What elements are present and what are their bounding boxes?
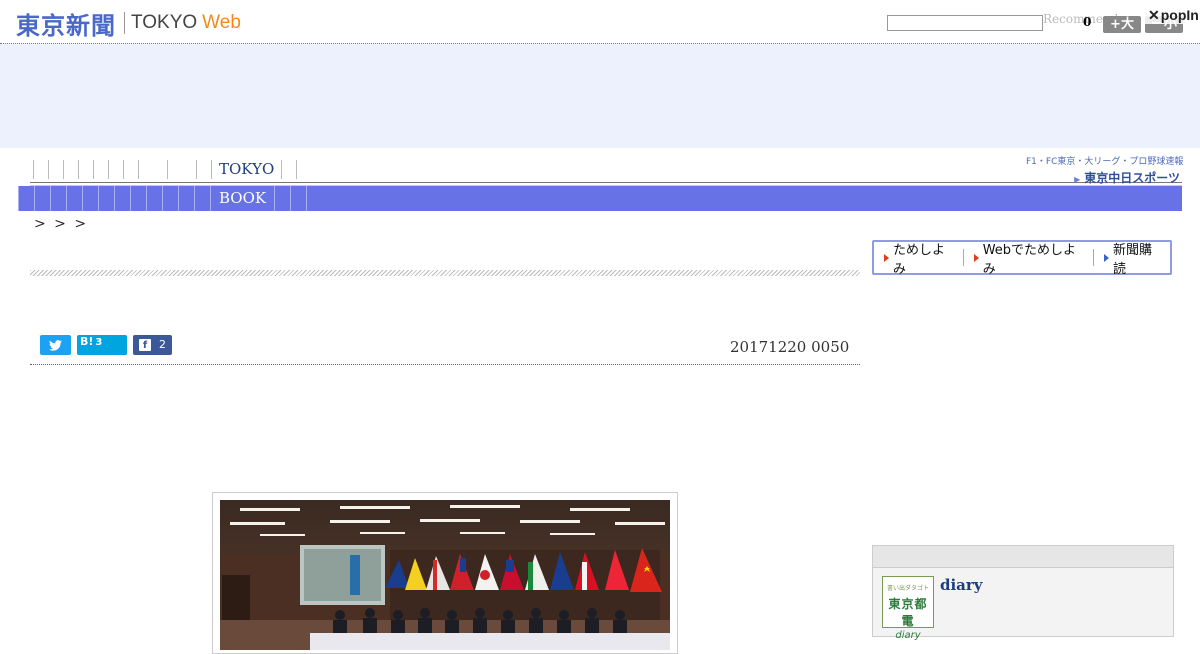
trial-read-label: ためしよみ bbox=[893, 242, 946, 277]
logo-divider bbox=[124, 12, 125, 34]
facebook-icon: f bbox=[139, 339, 151, 351]
article-date: 20171220 0050 bbox=[730, 338, 850, 356]
facebook-count: 2 bbox=[159, 338, 166, 351]
category-nav-item[interactable] bbox=[48, 160, 63, 179]
sports-banner-logo: ▶ 東京中日スポーツ bbox=[1026, 169, 1180, 186]
sports-banner[interactable]: F1・FC東京・大リーグ・プロ野球速報 ▶ 東京中日スポーツ bbox=[1026, 154, 1184, 186]
section-nav-item[interactable] bbox=[147, 186, 163, 211]
arrow-right-icon: ▶ bbox=[1074, 175, 1081, 184]
popin-widget[interactable]: ✕popIn bbox=[1145, 7, 1200, 24]
newspaper-subscribe-label: 新聞購読 bbox=[1113, 242, 1153, 277]
category-nav-item[interactable] bbox=[123, 160, 138, 179]
twitter-share-button[interactable] bbox=[40, 335, 71, 355]
section-nav-item[interactable] bbox=[35, 186, 51, 211]
recommend-counter: 0 bbox=[1083, 15, 1092, 29]
sports-banner-tagline: F1・FC東京・大リーグ・プロ野球速報 bbox=[1026, 157, 1184, 167]
section-nav-item[interactable] bbox=[83, 186, 99, 211]
search-input[interactable] bbox=[887, 15, 1043, 31]
section-nav-item[interactable] bbox=[67, 186, 83, 211]
triangle-right-icon bbox=[1104, 253, 1110, 262]
category-nav-item[interactable] bbox=[63, 160, 78, 179]
article-photo[interactable] bbox=[220, 500, 670, 650]
diary-link[interactable]: diary bbox=[940, 576, 983, 594]
hatena-bookmark-button[interactable]: B! 3 bbox=[77, 335, 127, 355]
section-nav-item[interactable] bbox=[18, 186, 35, 211]
logo-tokyo-text: TOKYO bbox=[131, 12, 198, 33]
category-nav-item[interactable] bbox=[33, 160, 48, 179]
section-nav-item[interactable] bbox=[291, 186, 308, 211]
close-icon[interactable]: ✕ bbox=[1148, 7, 1160, 23]
web-trial-read-label: Webでためしよみ bbox=[982, 242, 1077, 277]
section-nav-item[interactable] bbox=[131, 186, 147, 211]
section-nav-item[interactable] bbox=[51, 186, 67, 211]
font-size-large-button[interactable]: +大 bbox=[1103, 16, 1141, 33]
section-nav-item[interactable] bbox=[115, 186, 131, 211]
trial-read-link[interactable]: ためしよみ bbox=[874, 243, 963, 277]
article-title-divider bbox=[30, 270, 860, 276]
diary-thumb-subtitle: diary bbox=[895, 630, 921, 641]
category-nav-end bbox=[281, 160, 298, 179]
triangle-right-icon bbox=[884, 253, 889, 262]
facebook-share-button[interactable]: f2 bbox=[133, 335, 172, 355]
web-trial-read-link[interactable]: Webでためしよみ bbox=[962, 243, 1093, 277]
conference-photo bbox=[220, 500, 670, 650]
category-nav-item[interactable] bbox=[167, 160, 196, 179]
section-nav-bar: BOOK bbox=[18, 186, 1182, 211]
section-nav-item[interactable] bbox=[179, 186, 195, 211]
diary-thumbnail[interactable]: 書い出ダタゴト 東京都電 diary bbox=[882, 576, 934, 641]
category-nav-item-tokyo[interactable]: TOKYO bbox=[211, 160, 281, 179]
section-nav-item[interactable] bbox=[163, 186, 179, 211]
hatena-icon: B! bbox=[80, 335, 94, 348]
section-nav-item[interactable] bbox=[195, 186, 211, 211]
section-nav-item[interactable] bbox=[275, 186, 292, 211]
site-logo[interactable]: 東京新聞 TOKYO Web bbox=[16, 8, 241, 40]
article-date-divider bbox=[30, 364, 860, 365]
diary-widget-header bbox=[873, 546, 1173, 568]
category-nav-item[interactable] bbox=[93, 160, 108, 179]
category-nav-item[interactable] bbox=[138, 160, 167, 179]
subscription-promo: ためしよみ Webでためしよみ 新聞購読 bbox=[872, 240, 1172, 277]
category-nav: TOKYO bbox=[33, 160, 298, 179]
newspaper-subscribe-link[interactable]: 新聞購読 bbox=[1093, 243, 1170, 277]
logo-web-text: Web bbox=[202, 12, 241, 33]
hatena-count: 3 bbox=[95, 337, 103, 348]
triangle-right-icon bbox=[973, 253, 979, 262]
category-nav-item[interactable] bbox=[78, 160, 93, 179]
diary-thumb-title: 東京都電 bbox=[888, 597, 928, 628]
sports-banner-logo-text: 東京中日スポーツ bbox=[1084, 171, 1180, 185]
category-nav-item[interactable] bbox=[196, 160, 211, 179]
diary-thumb-caption: 書い出ダタゴト bbox=[886, 585, 929, 592]
section-nav-item-book[interactable]: BOOK bbox=[211, 186, 276, 211]
twitter-icon bbox=[49, 339, 62, 351]
breadcrumb[interactable]: > > > bbox=[34, 216, 88, 232]
popin-label: popIn bbox=[1160, 7, 1199, 23]
section-nav-item[interactable] bbox=[99, 186, 115, 211]
ad-banner-area bbox=[0, 44, 1200, 148]
logo-japanese-text: 東京新聞 bbox=[16, 11, 116, 40]
category-nav-item[interactable] bbox=[108, 160, 123, 179]
